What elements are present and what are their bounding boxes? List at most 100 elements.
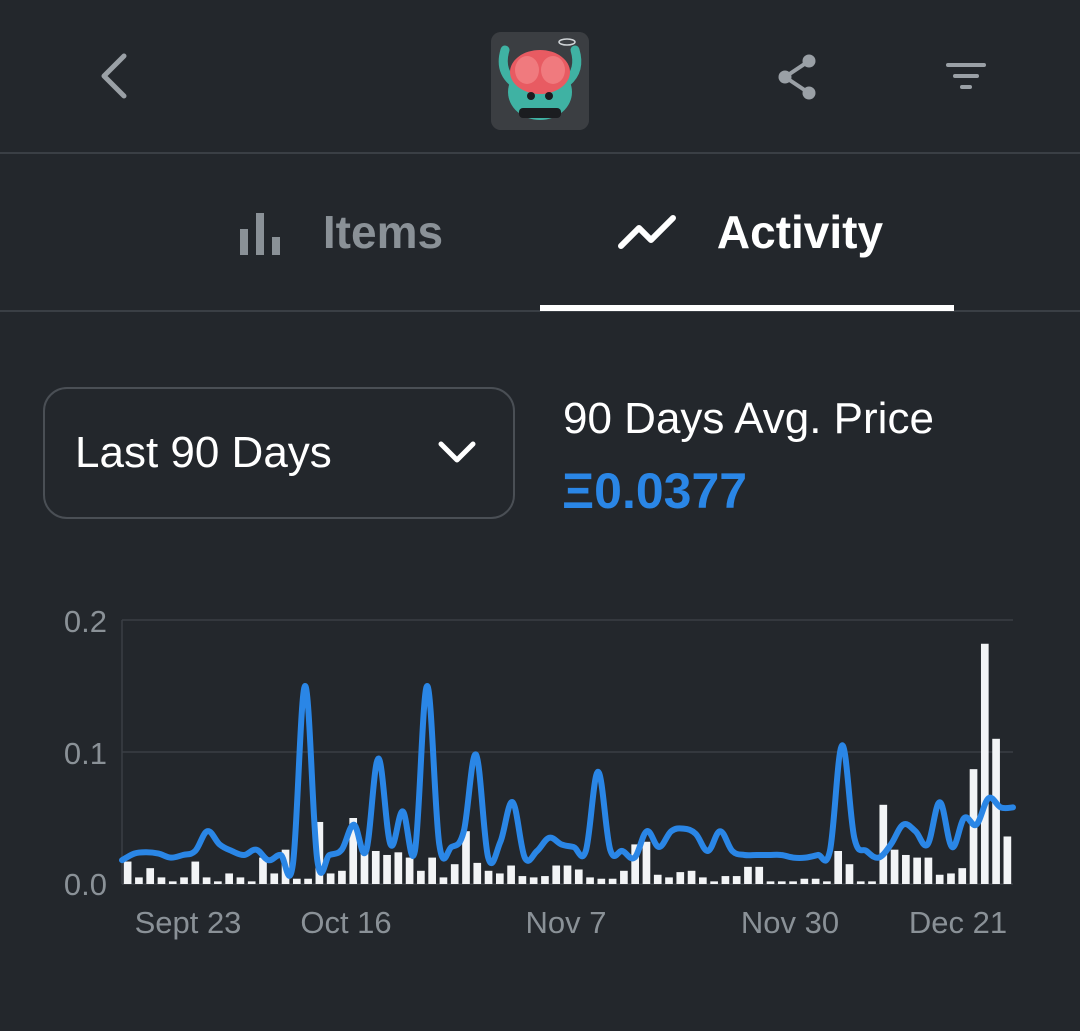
volume-bar (394, 852, 403, 884)
volume-bar (676, 872, 685, 884)
volume-bar (856, 881, 865, 884)
volume-bar (744, 866, 752, 884)
volume-bar (462, 831, 470, 884)
volume-bar (259, 857, 267, 884)
tab-activity[interactable]: Activity (560, 154, 940, 310)
volume-bar (168, 881, 177, 884)
x-tick-label: Dec 21 (909, 905, 1007, 940)
tab-items[interactable]: Items (180, 154, 500, 310)
volume-bar (586, 877, 594, 884)
volume-bar (1003, 836, 1012, 884)
volume-bar (495, 873, 504, 884)
volume-bar (326, 873, 335, 884)
volume-bar (620, 870, 628, 884)
volume-bar (902, 854, 910, 884)
volume-bar (191, 861, 200, 884)
top-bar (0, 0, 1080, 154)
volume-bar (834, 851, 843, 884)
volume-bar (518, 876, 527, 884)
volume-bar (214, 881, 222, 884)
filter-icon (946, 63, 986, 89)
active-tab-indicator (540, 305, 954, 311)
volume-bar (755, 866, 764, 884)
volume-bar (552, 865, 561, 884)
chevron-down-icon (438, 441, 476, 463)
tab-bar: Items Activity (0, 154, 1080, 312)
volume-bar (529, 877, 538, 884)
volume-bar (890, 849, 899, 884)
volume-bar (405, 857, 414, 884)
x-tick-label: Sept 23 (135, 905, 242, 940)
volume-bar (417, 870, 425, 884)
volume-bar (653, 874, 662, 884)
volume-bar (473, 862, 482, 884)
avg-price-title: 90 Days Avg. Price (563, 394, 934, 443)
volume-bar (868, 881, 876, 884)
volume-bar (879, 804, 888, 884)
volume-bar (123, 861, 132, 884)
tab-activity-label: Activity (716, 206, 884, 258)
filter-button[interactable] (938, 54, 994, 98)
volume-bar (439, 877, 448, 884)
x-tick-label: Nov 30 (741, 905, 839, 940)
volume-bar (800, 878, 809, 884)
volume-bar (371, 851, 380, 884)
volume-bar (157, 877, 166, 884)
x-tick-label: Nov 7 (526, 905, 607, 940)
volume-bar (710, 881, 718, 884)
y-tick-label: 0.0 (64, 867, 107, 902)
volume-bar (563, 865, 572, 884)
volume-bar (732, 876, 741, 884)
collection-avatar (491, 32, 589, 130)
volume-bar (597, 878, 606, 884)
tab-items-label: Items (322, 206, 444, 258)
volume-bar (608, 878, 617, 884)
volume-bar (202, 877, 211, 884)
volume-bar (935, 874, 944, 884)
volume-bar (270, 873, 279, 884)
volume-bar (777, 881, 786, 884)
volume-bar (507, 865, 515, 884)
volume-bar (687, 870, 696, 884)
volume-bar (281, 849, 290, 884)
volume-bar (924, 857, 933, 884)
volume-bar (699, 877, 707, 884)
volume-bar (811, 878, 820, 884)
trend-line-icon (617, 212, 677, 252)
volume-bar (428, 857, 436, 884)
volume-bar (574, 869, 583, 884)
price-line (119, 682, 1016, 879)
volume-bar (225, 873, 233, 884)
volume-bar (958, 868, 967, 884)
volume-bar (338, 870, 346, 884)
volume-bar (969, 769, 978, 884)
volume-bar (135, 877, 143, 884)
volume-bar (450, 864, 459, 884)
volume-bar (947, 873, 955, 884)
volume-bar (980, 643, 989, 884)
volume-bar (360, 849, 369, 884)
share-icon (778, 54, 816, 100)
share-button[interactable] (770, 50, 824, 104)
range-select[interactable]: Last 90 Days (43, 387, 515, 519)
volume-bar (789, 881, 797, 884)
y-tick-label: 0.1 (64, 736, 107, 771)
volume-bar (304, 878, 312, 884)
y-tick-label: 0.2 (64, 604, 107, 639)
volume-bar (992, 738, 1000, 884)
volume-bar (236, 877, 245, 884)
range-select-value: Last 90 Days (75, 428, 332, 477)
volume-bar (665, 877, 673, 884)
volume-bar (180, 877, 188, 884)
volume-bar (913, 857, 921, 884)
volume-bar (766, 881, 775, 884)
volume-bar (845, 864, 854, 884)
volume-bar (349, 818, 358, 884)
x-tick-label: Oct 16 (300, 905, 391, 940)
avg-price-value: Ξ0.0377 (562, 463, 748, 519)
volume-bar (642, 841, 651, 884)
volume-bar (247, 881, 256, 884)
volume-bar (484, 870, 493, 884)
back-button[interactable] (86, 44, 142, 108)
volume-bar (541, 876, 549, 884)
